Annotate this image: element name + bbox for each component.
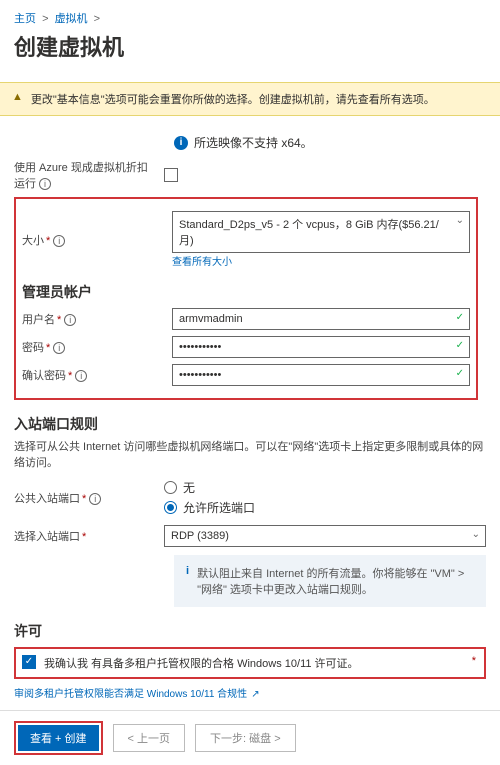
review-create-button[interactable]: 查看 + 创建 <box>18 725 99 751</box>
check-icon: ✓ <box>456 340 464 351</box>
license-section-title: 许可 <box>14 621 486 641</box>
size-select[interactable]: Standard_D2ps_v5 - 2 个 vcpus，8 GiB 内存($5… <box>172 211 470 253</box>
info-icon: i <box>186 565 189 597</box>
password-input[interactable]: •••••••••••✓ <box>172 336 470 358</box>
radio-allow[interactable]: 允许所选端口 <box>164 499 486 516</box>
info-icon[interactable]: i <box>89 493 101 505</box>
info-icon[interactable]: i <box>39 178 51 190</box>
warning-text: 更改"基本信息"选项可能会重置你所做的选择。创建虚拟机前，请先查看所有选项。 <box>31 91 435 107</box>
license-checkbox[interactable]: ✓ <box>22 655 36 669</box>
footer: 查看 + 创建 < 上一页 下一步: 磁盘 > <box>0 710 500 765</box>
ports-section-title: 入站端口规则 <box>14 414 486 434</box>
license-link[interactable]: 审阅多租户托管权限能否满足 Windows 10/11 合规性 <box>14 689 247 700</box>
highlighted-license: ✓ 我确认我 有具备多租户托管权限的合格 Windows 10/11 许可证。 … <box>14 647 486 679</box>
page-title: 创建虚拟机 <box>14 30 486 62</box>
note-text: 默认阻止来自 Internet 的所有流量。你将能够在 "VM" > "网络" … <box>197 565 474 597</box>
info-icon[interactable]: i <box>75 370 87 382</box>
chevron-down-icon: ⌄ <box>472 529 480 540</box>
highlighted-review-button: 查看 + 创建 <box>14 721 103 755</box>
warning-banner: ▲ 更改"基本信息"选项可能会重置你所做的选择。创建虚拟机前，请先查看所有选项。 <box>0 82 500 116</box>
info-icon[interactable]: i <box>53 235 65 247</box>
label-public-ports: 公共入站端口*i <box>14 490 164 506</box>
info-icon[interactable]: i <box>53 342 65 354</box>
chevron-icon: > <box>94 13 100 25</box>
breadcrumb: 主页 > 虚拟机 > <box>14 10 486 26</box>
ports-desc: 选择可从公共 Internet 访问哪些虚拟机网络端口。可以在"网络"选项卡上指… <box>14 438 486 470</box>
see-all-sizes-link[interactable]: 查看所有大小 <box>172 257 232 268</box>
breadcrumb-vm[interactable]: 虚拟机 <box>55 13 88 25</box>
next-button[interactable]: 下一步: 磁盘 > <box>195 724 296 752</box>
ports-select[interactable]: RDP (3389)⌄ <box>164 525 486 547</box>
label-username: 用户名*i <box>22 311 172 327</box>
check-icon: ✓ <box>456 312 464 323</box>
check-icon: ✓ <box>456 368 464 379</box>
x64-text: 所选映像不支持 x64。 <box>194 134 313 151</box>
chevron-down-icon: ⌄ <box>456 215 464 226</box>
info-icon: i <box>174 136 188 150</box>
label-select-ports: 选择入站端口* <box>14 528 164 544</box>
highlighted-group-1: 大小*i Standard_D2ps_v5 - 2 个 vcpus，8 GiB … <box>14 197 478 400</box>
admin-section-title: 管理员帐户 <box>22 282 470 302</box>
label-password: 密码*i <box>22 339 172 355</box>
prev-button[interactable]: < 上一页 <box>113 724 185 752</box>
radio-none[interactable]: 无 <box>164 479 486 496</box>
info-icon[interactable]: i <box>64 314 76 326</box>
breadcrumb-home[interactable]: 主页 <box>14 13 36 25</box>
chevron-icon: > <box>42 13 48 25</box>
azure-spot-checkbox[interactable] <box>164 168 178 182</box>
username-input[interactable]: armvmadmin✓ <box>172 308 470 330</box>
label-size: 大小*i <box>22 232 172 248</box>
label-azure-spot: 使用 Azure 现成虚拟机折扣运行i <box>14 159 164 191</box>
x64-info: i 所选映像不支持 x64。 <box>174 134 486 151</box>
external-icon: ↗ <box>251 689 259 700</box>
license-text: 我确认我 有具备多租户托管权限的合格 Windows 10/11 许可证。 <box>44 655 359 671</box>
ports-note: i 默认阻止来自 Internet 的所有流量。你将能够在 "VM" > "网络… <box>174 555 486 607</box>
label-confirm-password: 确认密码*i <box>22 367 172 383</box>
warning-icon: ▲ <box>12 91 23 103</box>
confirm-password-input[interactable]: •••••••••••✓ <box>172 364 470 386</box>
